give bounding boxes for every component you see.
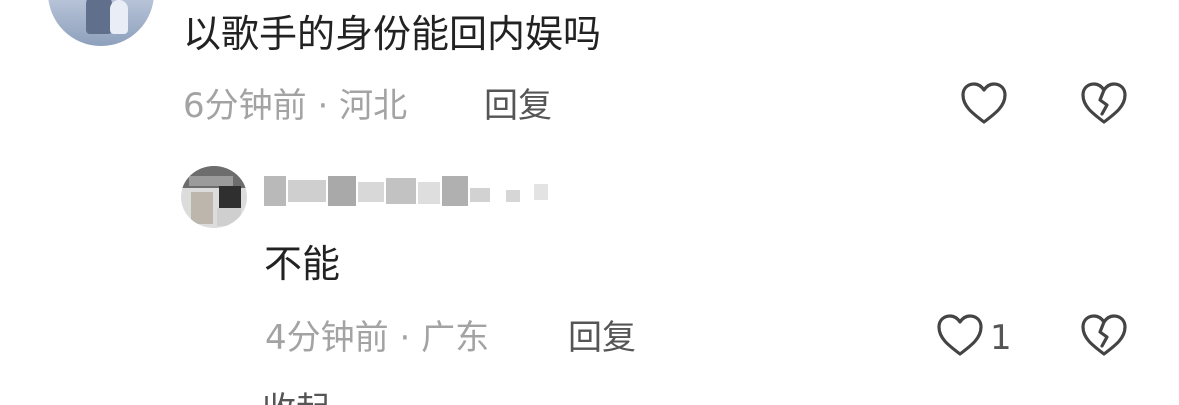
reply-like-count: 1	[990, 318, 1012, 358]
blur-block	[506, 190, 520, 202]
comment-text: 以歌手的身份能回内娱吗	[183, 12, 602, 56]
comment-meta: 6分钟前 · 河北	[183, 84, 407, 128]
replier-name-blurred	[262, 170, 562, 210]
avatar-block	[191, 192, 213, 224]
blur-block	[534, 184, 548, 200]
comment-time: 6分钟前	[183, 86, 307, 126]
blur-block	[418, 182, 440, 204]
avatar-block	[189, 176, 233, 186]
replier-avatar[interactable]	[181, 166, 247, 228]
meta-separator: ·	[317, 86, 329, 126]
reply-time: 4分钟前	[265, 318, 389, 358]
reply-text: 不能	[264, 242, 341, 286]
avatar-block	[219, 186, 241, 208]
reply-meta: 4分钟前 · 广东	[265, 316, 489, 360]
meta-separator: ·	[399, 318, 411, 358]
blur-block	[288, 180, 326, 202]
avatar-block	[217, 208, 241, 226]
commenter-avatar[interactable]	[48, 0, 154, 46]
reply-location: 广东	[421, 318, 490, 358]
comment-reply-button[interactable]: 回复	[484, 84, 552, 128]
blur-block	[442, 176, 468, 206]
blur-block	[470, 188, 490, 202]
blur-block	[358, 182, 384, 202]
blur-block	[386, 178, 416, 204]
blur-block	[264, 176, 286, 206]
collapse-replies-button[interactable]: 收起	[262, 388, 330, 405]
comment-location: 河北	[339, 86, 408, 126]
reply-like-button[interactable]	[934, 310, 986, 362]
heart-outline-icon	[961, 82, 1007, 124]
avatar-figure	[86, 0, 112, 34]
blur-block	[328, 176, 356, 206]
broken-heart-icon	[1081, 314, 1127, 356]
avatar-figure-2	[110, 0, 128, 34]
comment-like-button[interactable]	[958, 78, 1010, 130]
broken-heart-icon	[1081, 82, 1127, 124]
reply-dislike-button[interactable]	[1078, 310, 1130, 362]
comment-dislike-button[interactable]	[1078, 78, 1130, 130]
heart-outline-icon	[937, 314, 983, 356]
reply-reply-button[interactable]: 回复	[568, 316, 636, 360]
